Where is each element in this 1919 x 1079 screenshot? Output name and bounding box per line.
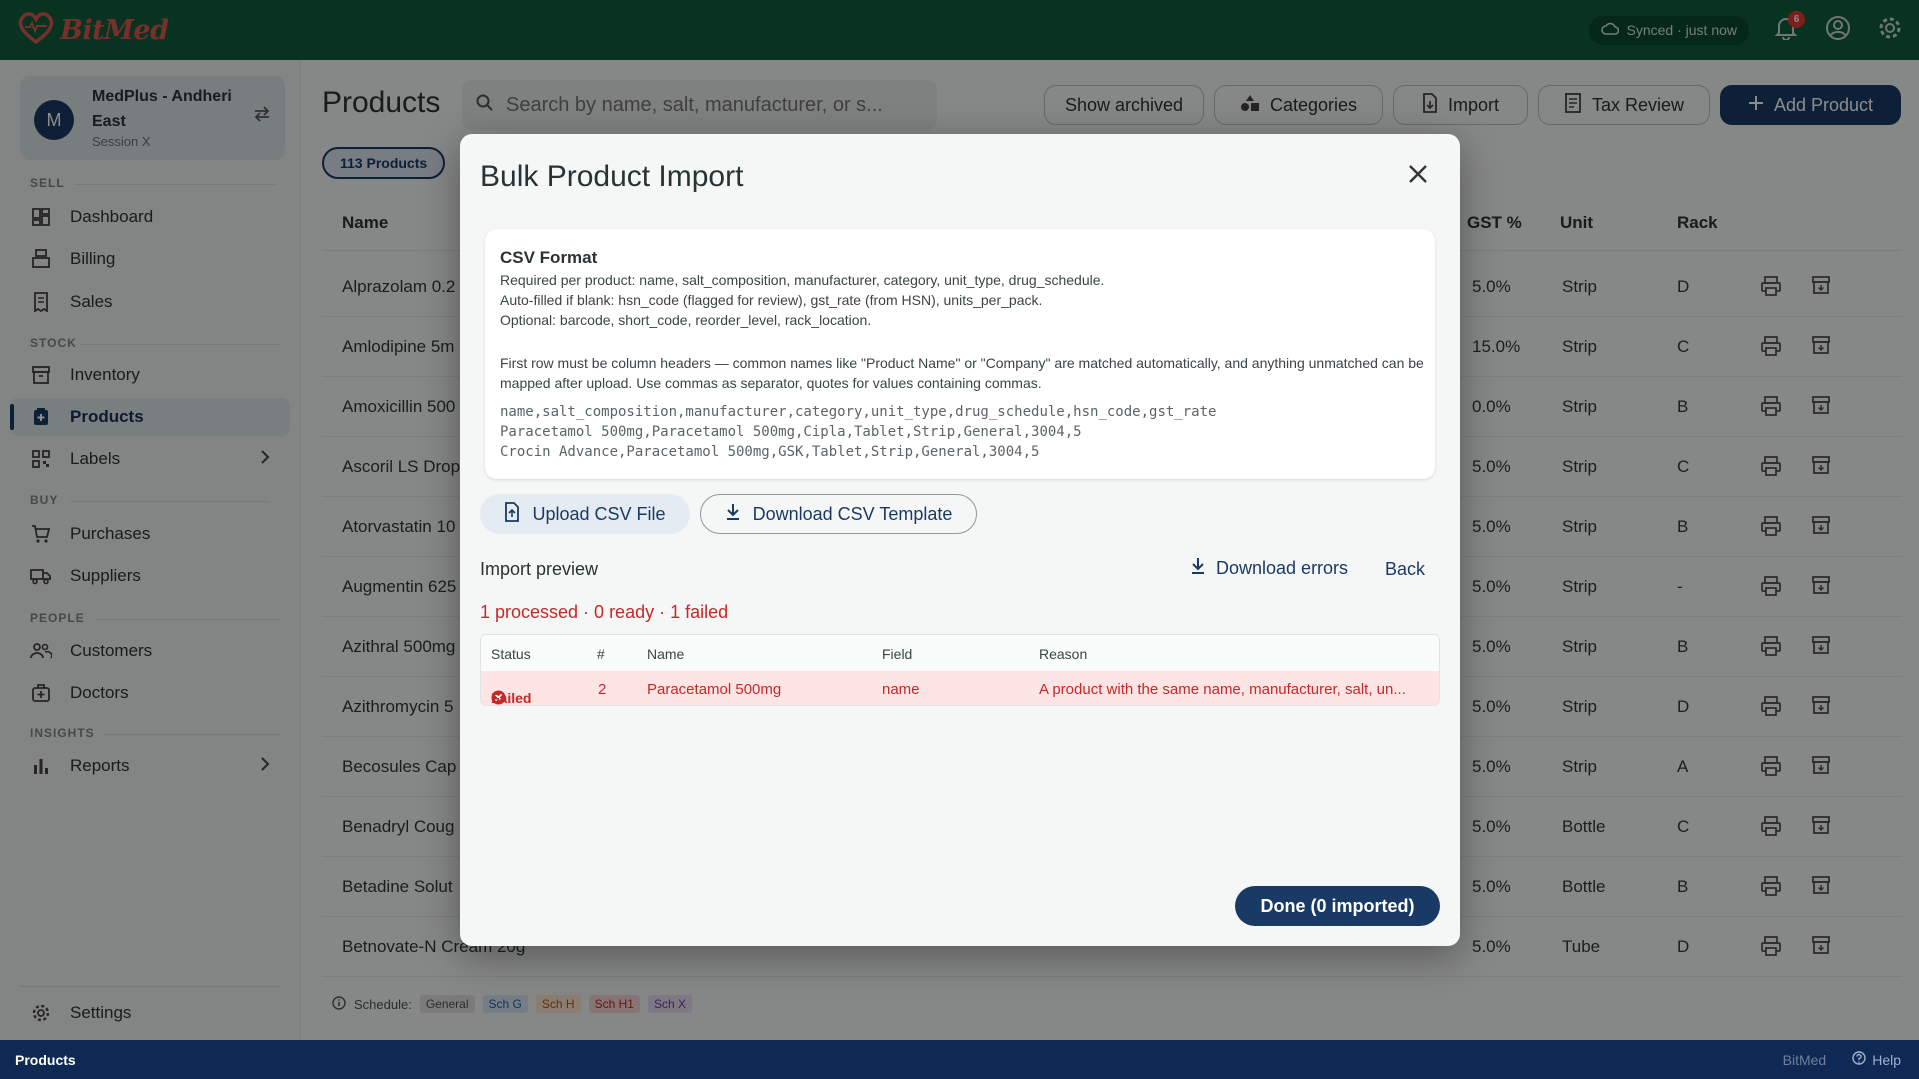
import-results-table: Status # Name Field Reason Failed 2 Para… xyxy=(480,634,1440,706)
help-label: Help xyxy=(1872,1051,1901,1068)
download-template-button[interactable]: Download CSV Template xyxy=(700,494,977,534)
download-icon xyxy=(725,503,741,526)
download-errors-button[interactable]: Download errors xyxy=(1190,557,1348,580)
column-header-field: Field xyxy=(882,646,913,662)
bulk-import-dialog: Bulk Product Import CSV Format Required … xyxy=(460,134,1460,946)
table-header: Status # Name Field Reason xyxy=(481,635,1439,671)
csv-format-card: CSV Format Required per product: name, s… xyxy=(485,229,1435,479)
upload-csv-button[interactable]: Upload CSV File xyxy=(480,494,690,534)
table-row[interactable]: Failed 2 Paracetamol 500mg name A produc… xyxy=(481,671,1439,706)
column-header-number: # xyxy=(597,646,605,662)
import-preview-label: Import preview xyxy=(480,559,599,579)
row-number: 2 xyxy=(598,681,607,698)
csv-optional-fields: Optional: barcode, short_code, reorder_l… xyxy=(500,312,872,328)
button-label: Download errors xyxy=(1216,558,1349,578)
close-icon[interactable] xyxy=(1408,164,1428,189)
status-footer: Products BitMed Help xyxy=(0,1040,1919,1079)
button-label: Upload CSV File xyxy=(532,503,666,524)
column-header-name: Name xyxy=(647,646,685,662)
dialog-title: Bulk Product Import xyxy=(480,160,744,193)
csv-example-row: Paracetamol 500mg,Paracetamol 500mg,Cipl… xyxy=(500,424,1082,440)
status-text: Failed xyxy=(491,690,532,706)
csv-autofilled-fields: Auto-filled if blank: hsn_code (flagged … xyxy=(500,292,1043,308)
done-button[interactable]: Done (0 imported) xyxy=(1235,886,1440,926)
row-reason: A product with the same name, manufactur… xyxy=(1039,681,1406,698)
help-circle-icon xyxy=(1852,1051,1866,1068)
footer-brand: BitMed xyxy=(1782,1051,1827,1068)
footer-page-name: Products xyxy=(15,1051,76,1068)
column-header-reason: Reason xyxy=(1039,646,1088,662)
file-upload-icon xyxy=(504,501,520,527)
import-summary: 1 processed · 0 ready · 1 failed xyxy=(480,602,729,622)
row-product-name: Paracetamol 500mg xyxy=(647,681,782,698)
csv-example-header: name,salt_composition,manufacturer,categ… xyxy=(500,404,1217,420)
csv-required-fields: Required per product: name, salt_composi… xyxy=(500,272,1105,288)
row-field: name xyxy=(882,681,920,698)
help-link[interactable]: Help xyxy=(1852,1051,1901,1068)
csv-format-title: CSV Format xyxy=(500,248,598,267)
back-button[interactable]: Back xyxy=(1385,559,1425,580)
download-icon xyxy=(1190,557,1206,580)
button-label: Download CSV Template xyxy=(752,503,953,524)
column-header-status: Status xyxy=(491,646,531,662)
csv-example-row: Crocin Advance,Paracetamol 500mg,GSK,Tab… xyxy=(500,444,1040,460)
csv-header-note: First row must be column headers — commo… xyxy=(500,355,1424,391)
